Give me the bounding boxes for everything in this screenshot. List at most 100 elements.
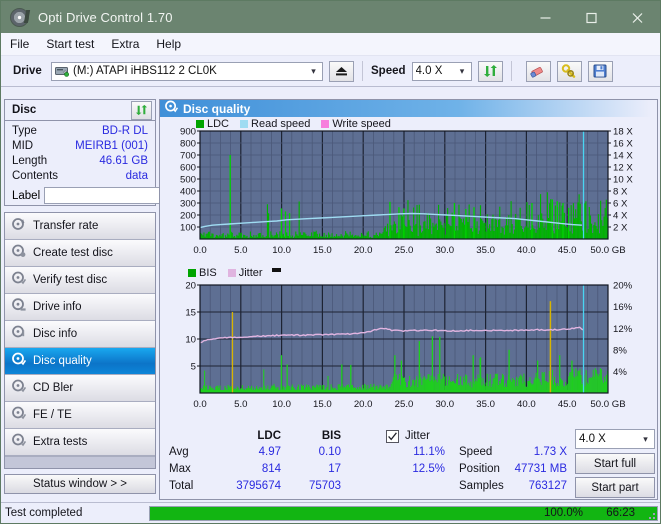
svg-text:8 X: 8 X <box>613 187 628 198</box>
erase-button[interactable] <box>525 60 551 82</box>
svg-text:50.0 GB: 50.0 GB <box>590 245 625 256</box>
disc-info-rows: Type BD-R DL MID MEIRB1 (001) Length 46.… <box>5 121 248 205</box>
ldc-read-speed-chart: LDC Read speed Write speed 100 200 300 400 5… <box>160 117 657 267</box>
stats-row-key-total: Total <box>169 480 194 492</box>
status-window-button[interactable]: Status window > > <box>4 474 156 494</box>
drive-info-icon <box>12 297 26 317</box>
progress-percent: 100.0% <box>543 506 583 519</box>
chevron-down-icon[interactable]: ▾ <box>307 66 320 76</box>
sidebar-item-label: Disc info <box>33 328 78 340</box>
svg-text:4 X: 4 X <box>613 211 628 222</box>
sidebar-item-drive-info[interactable]: Drive info <box>5 294 155 321</box>
sidebar-item-disc-info[interactable]: Disc info <box>5 321 155 348</box>
start-full-button[interactable]: Start full <box>575 453 655 474</box>
disc-row-contents: Contents data <box>12 169 148 184</box>
svg-text:10 X: 10 X <box>613 175 633 186</box>
disc-quality-header: Disc quality <box>160 100 657 117</box>
stats-total-bis: 75703 <box>309 480 341 492</box>
disc-key-length: Length <box>12 155 48 167</box>
stats-max-bis: 17 <box>328 463 341 475</box>
legend-swatch-marker <box>271 268 281 272</box>
test-speed-select[interactable]: 4.0 X ▾ <box>575 429 655 449</box>
toolbar-separator-2 <box>510 61 512 81</box>
jitter-max-value: 12.5% <box>412 463 445 475</box>
cd-bler-icon <box>12 379 27 398</box>
sidebar-item-disc-quality[interactable]: Disc quality <box>5 348 155 375</box>
tools-button[interactable] <box>556 60 582 82</box>
drive-value: (M:) ATAPI iHBS112 2 CL0K <box>73 65 217 77</box>
maximize-button[interactable] <box>568 1 614 33</box>
disc-row-type: Type BD-R DL <box>12 124 148 139</box>
disc-panel-header: Disc <box>5 100 155 121</box>
jitter-label: Jitter <box>405 430 430 442</box>
sidebar-item-extra-tests[interactable]: Extra tests <box>5 429 155 456</box>
svg-text:35.0: 35.0 <box>476 399 495 410</box>
speed-select[interactable]: 4.0 X ▾ <box>411 61 472 81</box>
stats-avg-bis: 0.10 <box>318 446 341 458</box>
disc-row-length: Length 46.61 GB <box>12 154 148 169</box>
sidebar-item-label: CD Bler <box>33 382 74 394</box>
legend-label-ldc: LDC <box>207 118 230 130</box>
disc-check-icon <box>12 271 27 290</box>
svg-text:8%: 8% <box>613 345 627 356</box>
close-button[interactable] <box>614 1 660 33</box>
drive-toolbar: Drive (M:) ATAPI iHBS112 2 CL0K ▾ Speed … <box>1 56 660 87</box>
sidebar-item-label: FE / TE <box>33 409 72 421</box>
sidebar-item-label: Extra tests <box>33 436 88 448</box>
disc-value-mid: MEIRB1 (001) <box>75 140 148 152</box>
svg-text:16%: 16% <box>613 302 633 313</box>
svg-text:16 X: 16 X <box>613 139 633 150</box>
sidebar-item-transfer-rate[interactable]: Transfer rate <box>5 213 155 240</box>
navigation-list: Transfer rate Create test disc Verify te… <box>4 212 156 469</box>
svg-text:25.0: 25.0 <box>395 399 414 410</box>
svg-text:600: 600 <box>180 163 196 174</box>
jitter-checkbox[interactable] <box>386 430 399 443</box>
legend-swatch-jitter <box>227 269 236 277</box>
menu-item-file[interactable]: File <box>10 37 29 51</box>
status-bar: Test completed 100.0% 66:23 <box>1 502 660 523</box>
chevron-down-icon[interactable]: ▾ <box>639 434 652 444</box>
svg-text:12 X: 12 X <box>613 163 633 174</box>
stats-col-ldc: LDC <box>257 430 281 442</box>
svg-text:400: 400 <box>180 187 196 198</box>
sidebar-item-fe-te[interactable]: FE / TE <box>5 402 155 429</box>
disc-row-mid: MID MEIRB1 (001) <box>12 139 148 154</box>
sidebar-item-create-test-disc[interactable]: Create test disc <box>5 240 155 267</box>
disc-key-contents: Contents <box>12 170 59 182</box>
svg-text:900: 900 <box>180 127 196 138</box>
eject-button[interactable] <box>329 60 354 82</box>
bis-jitter-chart: BIS Jitter 5 10 15 20 4% 8% 12% 16% 20% 0.0 5.0 10.… <box>160 267 657 419</box>
svg-text:4%: 4% <box>613 367 627 378</box>
menu-bar: File Start test Extra Help <box>1 33 660 56</box>
stats-row-key-max: Max <box>169 463 191 475</box>
refresh-button[interactable] <box>477 60 503 82</box>
title-bar: Opti Drive Control 1.70 <box>1 1 660 33</box>
refresh-disc-icon[interactable] <box>131 100 152 120</box>
speed-value: 1.73 X <box>533 446 567 458</box>
fe-te-icon <box>12 406 27 425</box>
minimize-button[interactable] <box>522 1 568 33</box>
save-button[interactable] <box>587 60 613 82</box>
start-part-button[interactable]: Start part <box>575 477 655 498</box>
svg-text:100: 100 <box>180 223 196 234</box>
svg-text:500: 500 <box>180 175 196 186</box>
window-controls <box>522 1 660 33</box>
menu-item-start-test[interactable]: Start test <box>46 37 94 51</box>
speed-key: Speed <box>459 446 493 458</box>
test-speed-value: 4.0 X <box>579 433 606 445</box>
sidebar-item-cd-bler[interactable]: CD Bler <box>5 375 155 402</box>
sidebar-item-verify-test-disc[interactable]: Verify test disc <box>5 267 155 294</box>
chevron-down-icon[interactable]: ▾ <box>456 66 469 76</box>
svg-text:25.0: 25.0 <box>395 245 414 256</box>
sidebar-item-label: Create test disc <box>33 247 113 259</box>
window-title: Opti Drive Control 1.70 <box>38 9 173 25</box>
svg-text:5: 5 <box>191 362 196 373</box>
resize-grip-icon[interactable] <box>645 509 657 521</box>
bottom-chart-legend: BIS Jitter <box>188 267 281 279</box>
menu-item-extra[interactable]: Extra <box>111 37 139 51</box>
legend-label-bis: BIS <box>199 267 217 279</box>
disc-quality-icon <box>165 100 179 118</box>
drive-select[interactable]: (M:) ATAPI iHBS112 2 CL0K ▾ <box>51 61 323 81</box>
menu-item-help[interactable]: Help <box>156 37 181 51</box>
speed-label: Speed <box>371 65 406 77</box>
